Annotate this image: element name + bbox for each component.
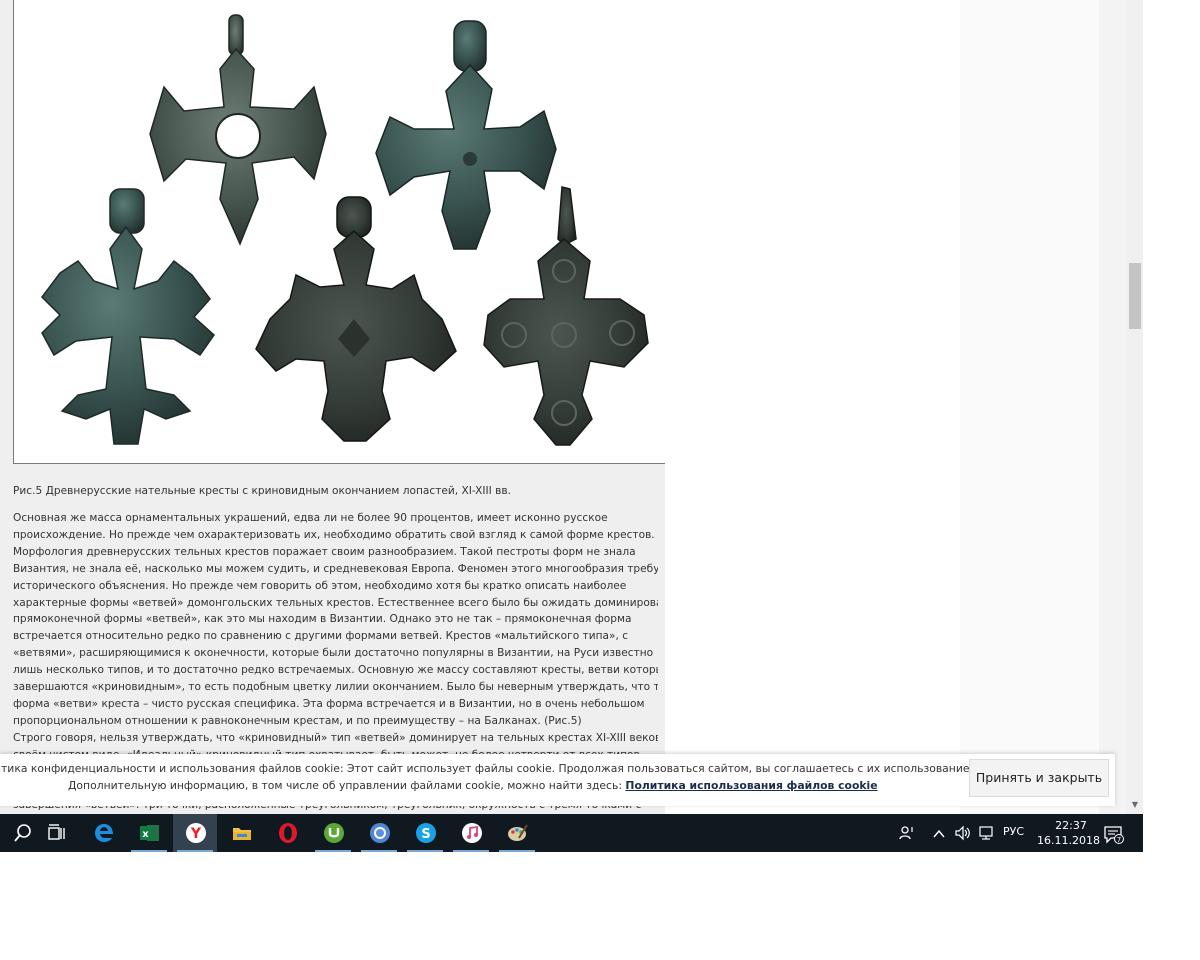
- browser-viewport: Рис.5 Древнерусские нательные кресты с к…: [0, 0, 1143, 852]
- crosses-image: [41, 14, 649, 446]
- article-line: завершаются «криновидным», то есть подоб…: [13, 681, 658, 694]
- cookie-more-info-label: Дополнительную информацию, в том числе о…: [68, 779, 626, 792]
- task-view-icon[interactable]: [34, 814, 78, 852]
- clock-date[interactable]: 16.11.2018: [1037, 834, 1100, 852]
- excel-icon[interactable]: x: [127, 814, 171, 852]
- article-line: характерные формы «ветвей» домонгольских…: [13, 596, 658, 609]
- svg-text:Y: Y: [190, 826, 202, 842]
- article-line: Строго говоря, нельзя утверждать, что «к…: [13, 731, 658, 744]
- notifications-icon[interactable]: 7: [1103, 824, 1125, 852]
- article-body: Основная же масса орнаментальных украшен…: [13, 510, 658, 755]
- article-line: «ветвями», расширяющимися к оконечности,…: [13, 647, 654, 660]
- figure-caption: Рис.5 Древнерусские нательные кресты с к…: [13, 485, 512, 497]
- opera-icon[interactable]: [265, 814, 309, 852]
- skype-icon[interactable]: S: [403, 814, 447, 852]
- scroll-down-arrow-icon[interactable]: ▼: [1127, 798, 1143, 812]
- cross-lily-center: [255, 196, 457, 442]
- cookie-more-info-text: Дополнительную информацию, в том числе о…: [68, 779, 878, 792]
- chrome-icon[interactable]: [357, 814, 401, 852]
- article-line: Византия, не знала её, насколько мы може…: [13, 562, 658, 575]
- yandex-browser-icon[interactable]: Y: [173, 814, 217, 852]
- volume-icon[interactable]: [954, 825, 972, 852]
- people-icon[interactable]: [898, 824, 916, 852]
- article-line: Морфология древнерусских тельных крестов…: [13, 545, 636, 558]
- article-line: пропорциональном отношении к равноконечн…: [13, 714, 582, 727]
- notification-count: 7: [1117, 836, 1121, 844]
- itunes-icon[interactable]: [449, 814, 493, 852]
- file-explorer-icon[interactable]: [219, 814, 263, 852]
- language-indicator[interactable]: РУС: [1003, 825, 1024, 852]
- scrollbar-thumb[interactable]: [1129, 263, 1141, 329]
- network-icon[interactable]: [977, 825, 995, 852]
- edge-browser-icon[interactable]: [81, 814, 125, 852]
- svg-text:x: x: [142, 829, 149, 840]
- utorrent-icon[interactable]: [311, 814, 355, 852]
- cross-with-hole: [149, 14, 327, 246]
- cookie-consent-banner: итика конфиденциальности и использования…: [0, 754, 1115, 806]
- svg-text:S: S: [421, 827, 430, 842]
- cross-lily-left: [41, 188, 215, 445]
- chevron-up-icon[interactable]: [932, 826, 946, 852]
- article-line: лишь несколько типов, и то достаточно ре…: [13, 664, 658, 677]
- article-line: Основная же масса орнаментальных украшен…: [13, 512, 608, 524]
- accept-and-close-button[interactable]: Принять и закрыть: [969, 759, 1109, 797]
- vertical-scrollbar[interactable]: [1127, 0, 1143, 814]
- page-side-shade: [960, 0, 1099, 814]
- article-content: Рис.5 Древнерусские нательные кресты с к…: [0, 0, 669, 814]
- page-right-margin: [1099, 0, 1127, 814]
- cross-with-circles: [483, 186, 649, 446]
- windows-taskbar: x Y S РУС 22:37 16.11.2018 7: [0, 814, 1143, 852]
- paint-icon[interactable]: [495, 814, 539, 852]
- article-line: прямоконечной формы «ветвей», как это мы…: [13, 613, 632, 626]
- cookie-policy-link[interactable]: Политика использования файлов cookie: [625, 779, 877, 792]
- cross-top-right: [375, 20, 557, 250]
- article-line: форма «ветви» креста – чисто русская спе…: [13, 697, 645, 710]
- article-line: встречается относительно редко по сравне…: [13, 630, 629, 643]
- article-line: исторического объяснения. Но прежде чем …: [13, 579, 627, 592]
- cookie-notice-text: итика конфиденциальности и использования…: [0, 762, 982, 775]
- figure-crosses-photo: [13, 0, 669, 464]
- article-line: происхождение. Но прежде чем охарактериз…: [13, 528, 655, 541]
